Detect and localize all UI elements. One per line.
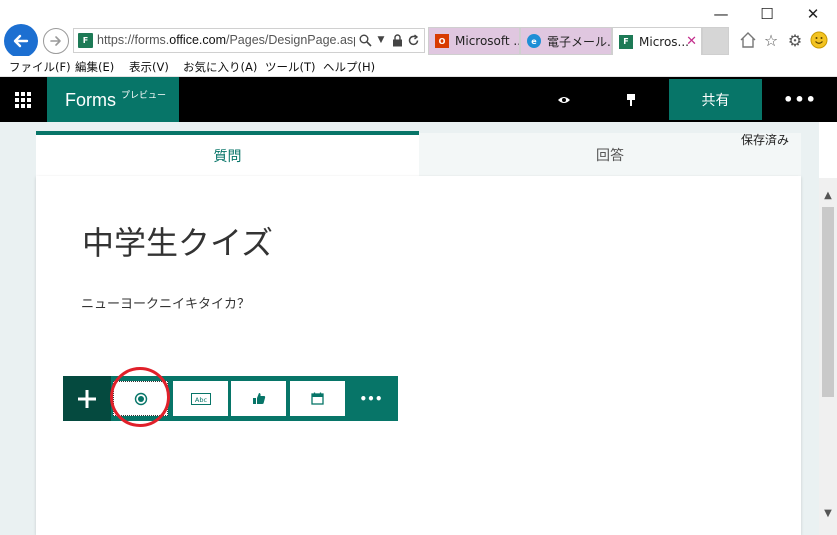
new-tab-button[interactable] <box>702 27 729 55</box>
forms-header: Forms プレビュー 共有 ••• <box>0 77 837 122</box>
tab-forms-active[interactable]: F Micros... ✕ <box>612 27 702 55</box>
menu-tools[interactable]: ツール(T) <box>265 59 316 75</box>
tab-mail[interactable]: e 電子メール... <box>520 27 612 55</box>
date-question-button[interactable] <box>290 381 345 416</box>
home-icon[interactable] <box>738 30 758 50</box>
thumbs-up-icon <box>252 393 265 404</box>
preview-eye-icon[interactable] <box>552 88 576 112</box>
text-input-icon: Abc <box>190 392 211 405</box>
menu-favorites[interactable]: お気に入り(A) <box>183 59 257 75</box>
scroll-down-icon[interactable]: ▼ <box>821 506 835 520</box>
svg-text:Abc: Abc <box>194 396 207 404</box>
scrollbar-thumb[interactable] <box>822 207 834 397</box>
refresh-icon[interactable] <box>405 31 421 49</box>
menu-file[interactable]: ファイル(F) <box>9 59 71 75</box>
tab-microsoft-office[interactable]: O Microsoft ... <box>428 27 520 55</box>
menu-help[interactable]: ヘルプ(H) <box>323 59 375 75</box>
form-title[interactable]: 中学生クイズ <box>82 218 273 264</box>
app-launcher-icon[interactable] <box>0 77 46 122</box>
url-text[interactable]: https://forms.office.com/Pages/DesignPag… <box>97 33 355 47</box>
tab-questions[interactable]: 質問 <box>36 131 419 176</box>
maximize-icon[interactable]: ☐ <box>756 4 778 24</box>
tab-label: Micros... <box>639 34 689 49</box>
more-question-types-button[interactable]: ••• <box>348 381 394 416</box>
text-question-button[interactable]: Abc <box>173 381 228 416</box>
lock-icon[interactable] <box>389 31 405 49</box>
forward-button[interactable] <box>43 28 69 54</box>
calendar-icon <box>311 392 324 405</box>
more-options-button[interactable]: ••• <box>783 87 816 111</box>
forms-favicon-icon: F <box>78 33 93 48</box>
tab-label: Microsoft ... <box>455 34 520 48</box>
plus-icon <box>78 389 96 408</box>
settings-gear-icon[interactable]: ⚙ <box>785 30 805 50</box>
office-logo-icon: O <box>435 34 449 48</box>
share-button[interactable]: 共有 <box>669 79 762 120</box>
menu-edit[interactable]: 編集(E) <box>75 59 114 75</box>
back-arrow-icon <box>13 34 29 48</box>
theme-brush-icon[interactable] <box>619 88 643 112</box>
back-button[interactable] <box>4 24 38 58</box>
ie-logo-icon: e <box>527 34 541 48</box>
app-name: Forms <box>65 90 116 110</box>
add-question-button[interactable] <box>63 376 111 421</box>
feedback-smiley-icon[interactable] <box>809 30 829 50</box>
address-bar[interactable]: F https://forms.office.com/Pages/DesignP… <box>73 28 425 53</box>
forward-arrow-icon <box>50 36 61 46</box>
favorites-star-icon[interactable]: ☆ <box>761 30 781 50</box>
brand-block[interactable]: Forms プレビュー <box>47 77 179 122</box>
close-tab-icon[interactable]: ✕ <box>686 34 697 49</box>
window-titlebar: — ☐ ✕ <box>0 0 837 27</box>
close-window-icon[interactable]: ✕ <box>802 4 824 24</box>
dropdown-chevron-icon[interactable]: ▼ <box>373 31 389 49</box>
menu-view[interactable]: 表示(V) <box>129 59 169 75</box>
forms-logo-icon: F <box>619 34 633 49</box>
rating-question-button[interactable] <box>231 381 286 416</box>
scroll-up-icon[interactable]: ▲ <box>821 188 835 202</box>
highlight-circle-annotation <box>110 367 170 427</box>
form-description[interactable]: ニューヨークニイキタイカ？ <box>81 293 250 312</box>
tab-label: 電子メール... <box>547 34 612 49</box>
search-icon[interactable] <box>357 31 373 49</box>
minimize-icon[interactable]: — <box>710 4 732 24</box>
save-status: 保存済み <box>741 133 790 147</box>
preview-badge: プレビュー <box>121 91 167 101</box>
menu-bar: ファイル(F) 編集(E) 表示(V) お気に入り(A) ツール(T) ヘルプ(… <box>0 56 837 77</box>
